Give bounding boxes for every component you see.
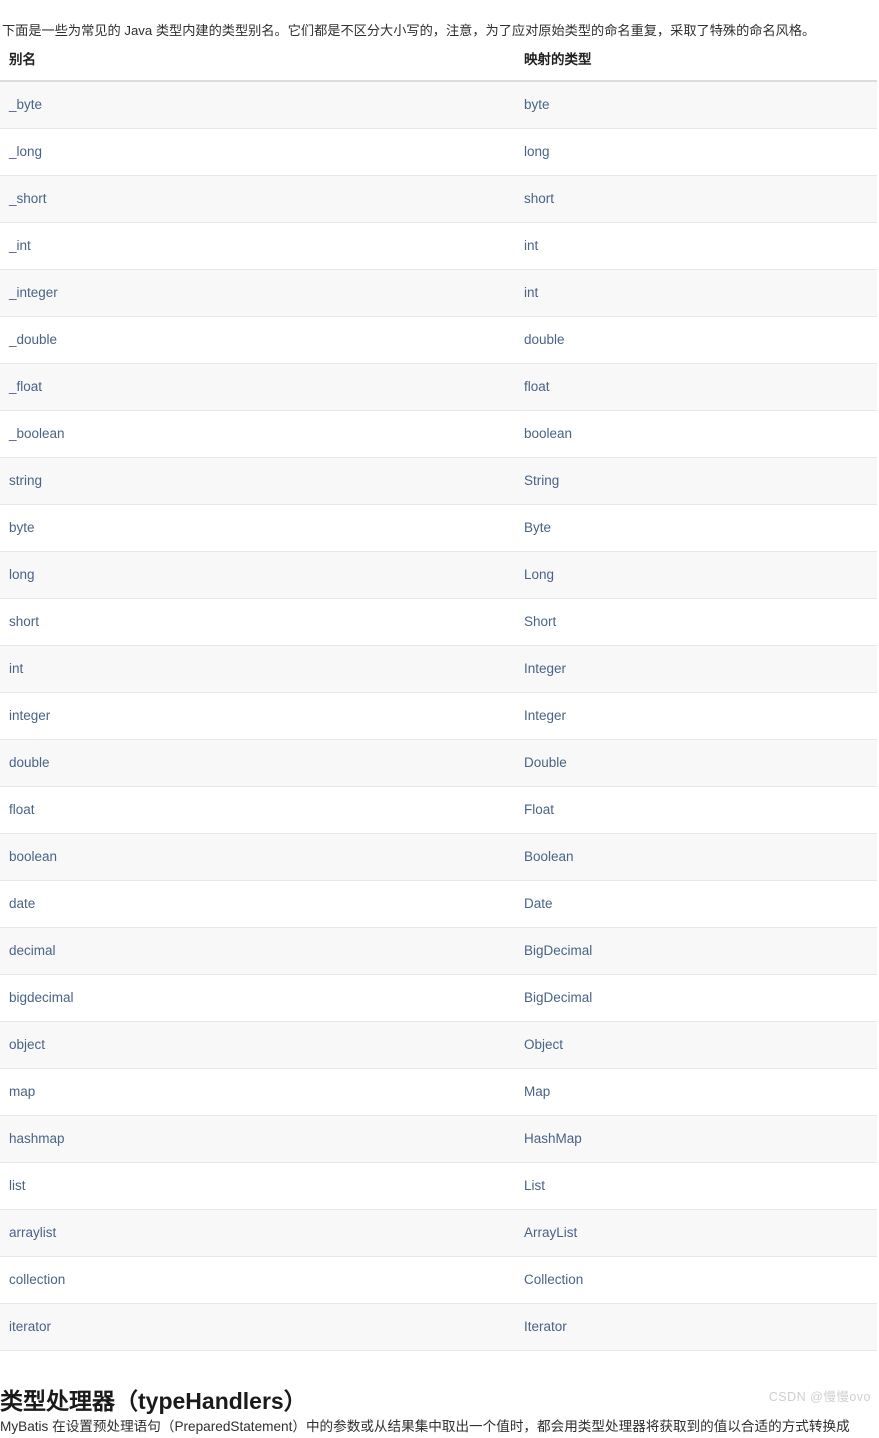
cell-alias: string bbox=[0, 457, 515, 505]
cell-alias: integer bbox=[0, 692, 515, 740]
table-row: _boolean boolean bbox=[0, 410, 877, 458]
table-header: 别名 映射的类型 bbox=[0, 44, 877, 82]
cell-alias: map bbox=[0, 1068, 515, 1116]
table-row: integer Integer bbox=[0, 692, 877, 740]
cell-alias: short bbox=[0, 598, 515, 646]
table-row: float Float bbox=[0, 786, 877, 834]
cell-mapped-type: double bbox=[515, 316, 877, 364]
table-row: string String bbox=[0, 457, 877, 505]
cell-mapped-type: List bbox=[515, 1162, 877, 1210]
table-row: _int int bbox=[0, 222, 877, 270]
cell-alias: date bbox=[0, 880, 515, 928]
table-header-row: 别名 映射的类型 bbox=[0, 44, 877, 82]
cell-mapped-type: Double bbox=[515, 739, 877, 787]
cell-mapped-type: Float bbox=[515, 786, 877, 834]
table-row: arraylist ArrayList bbox=[0, 1209, 877, 1257]
column-header-mapped-type: 映射的类型 bbox=[515, 44, 877, 82]
table-row: int Integer bbox=[0, 645, 877, 693]
cell-mapped-type: Long bbox=[515, 551, 877, 599]
table-row: short Short bbox=[0, 598, 877, 646]
cell-alias: _byte bbox=[0, 81, 515, 129]
cell-alias: _int bbox=[0, 222, 515, 270]
cell-mapped-type: BigDecimal bbox=[515, 927, 877, 975]
table-body: _byte byte _long long _short short _int int _int… bbox=[0, 81, 877, 1351]
cell-alias: long bbox=[0, 551, 515, 599]
type-alias-table: 别名 映射的类型 _byte byte _long long _short short _i… bbox=[0, 44, 877, 1351]
table-row: byte Byte bbox=[0, 504, 877, 552]
cell-alias: bigdecimal bbox=[0, 974, 515, 1022]
document-page: 下面是一些为常见的 Java 类型内建的类型别名。它们都是不区分大小写的，注意，… bbox=[0, 0, 879, 1434]
cell-mapped-type: Object bbox=[515, 1021, 877, 1069]
table-row: _byte byte bbox=[0, 81, 877, 129]
table-row: _float float bbox=[0, 363, 877, 411]
cell-alias: _float bbox=[0, 363, 515, 411]
cell-mapped-type: short bbox=[515, 175, 877, 223]
cell-alias: _double bbox=[0, 316, 515, 364]
table-row: collection Collection bbox=[0, 1256, 877, 1304]
cell-mapped-type: int bbox=[515, 269, 877, 317]
cell-mapped-type: Map bbox=[515, 1068, 877, 1116]
cell-mapped-type: Date bbox=[515, 880, 877, 928]
cell-mapped-type: Integer bbox=[515, 645, 877, 693]
table-row: double Double bbox=[0, 739, 877, 787]
table-row: _double double bbox=[0, 316, 877, 364]
cell-mapped-type: Short bbox=[515, 598, 877, 646]
cell-mapped-type: String bbox=[515, 457, 877, 505]
cell-mapped-type: byte bbox=[515, 81, 877, 129]
intro-paragraph: 下面是一些为常见的 Java 类型内建的类型别名。它们都是不区分大小写的，注意，… bbox=[2, 23, 816, 39]
column-header-alias: 别名 bbox=[0, 44, 515, 82]
cell-alias: hashmap bbox=[0, 1115, 515, 1163]
cell-mapped-type: Integer bbox=[515, 692, 877, 740]
cell-alias: boolean bbox=[0, 833, 515, 881]
table-row: decimal BigDecimal bbox=[0, 927, 877, 975]
type-handlers-paragraph: MyBatis 在设置预处理语句（PreparedStatement）中的参数或… bbox=[0, 1418, 850, 1434]
table-row: date Date bbox=[0, 880, 877, 928]
cell-alias: byte bbox=[0, 504, 515, 552]
cell-alias: double bbox=[0, 739, 515, 787]
table-row: _integer int bbox=[0, 269, 877, 317]
table-row: boolean Boolean bbox=[0, 833, 877, 881]
cell-alias: _integer bbox=[0, 269, 515, 317]
table-row: map Map bbox=[0, 1068, 877, 1116]
table-row: bigdecimal BigDecimal bbox=[0, 974, 877, 1022]
cell-alias: _short bbox=[0, 175, 515, 223]
cell-mapped-type: Iterator bbox=[515, 1303, 877, 1351]
cell-mapped-type: Byte bbox=[515, 504, 877, 552]
cell-mapped-type: BigDecimal bbox=[515, 974, 877, 1022]
table-row: iterator Iterator bbox=[0, 1303, 877, 1351]
table-row: object Object bbox=[0, 1021, 877, 1069]
cell-alias: iterator bbox=[0, 1303, 515, 1351]
table-row: hashmap HashMap bbox=[0, 1115, 877, 1163]
cell-alias: object bbox=[0, 1021, 515, 1069]
cell-mapped-type: Collection bbox=[515, 1256, 877, 1304]
cell-mapped-type: int bbox=[515, 222, 877, 270]
cell-alias: arraylist bbox=[0, 1209, 515, 1257]
cell-mapped-type: HashMap bbox=[515, 1115, 877, 1163]
table-row: long Long bbox=[0, 551, 877, 599]
cell-alias: list bbox=[0, 1162, 515, 1210]
cell-alias: collection bbox=[0, 1256, 515, 1304]
cell-alias: _boolean bbox=[0, 410, 515, 458]
cell-alias: float bbox=[0, 786, 515, 834]
cell-mapped-type: float bbox=[515, 363, 877, 411]
table-row: list List bbox=[0, 1162, 877, 1210]
cell-alias: decimal bbox=[0, 927, 515, 975]
cell-mapped-type: boolean bbox=[515, 410, 877, 458]
table-row: _long long bbox=[0, 128, 877, 176]
table-row: _short short bbox=[0, 175, 877, 223]
section-heading-type-handlers: 类型处理器（typeHandlers） bbox=[0, 1388, 307, 1415]
cell-mapped-type: ArrayList bbox=[515, 1209, 877, 1257]
cell-mapped-type: long bbox=[515, 128, 877, 176]
cell-alias: int bbox=[0, 645, 515, 693]
csdn-watermark: CSDN @慢慢ovo bbox=[768, 1390, 871, 1404]
cell-alias: _long bbox=[0, 128, 515, 176]
cell-mapped-type: Boolean bbox=[515, 833, 877, 881]
